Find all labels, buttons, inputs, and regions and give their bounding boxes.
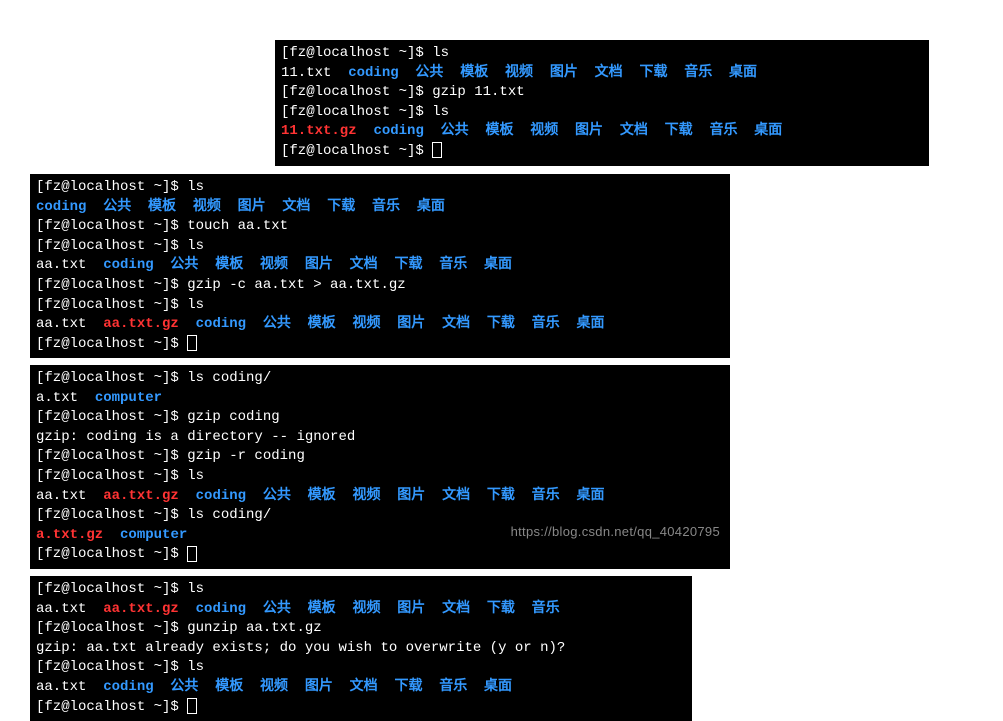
terminal-line: [fz@localhost ~]$ ls xyxy=(281,103,923,123)
terminal-text: coding 公共 模板 视频 图片 文档 下载 音乐 桌面 xyxy=(348,65,757,81)
terminal-text: aa.txt xyxy=(36,679,103,695)
terminal-block: [fz@localhost ~]$ ls 11.txt coding 公共 模板 … xyxy=(275,40,929,166)
terminal-line: [fz@localhost ~]$ xyxy=(36,545,724,565)
terminal-text: coding 公共 模板 视频 图片 文档 下载 音乐 桌面 xyxy=(103,679,512,695)
terminal-text: aa.txt.gz xyxy=(103,316,179,332)
terminal-text: [fz@localhost ~]$ gunzip aa.txt.gz xyxy=(36,620,322,636)
terminal-line: aa.txt coding 公共 模板 视频 图片 文档 下载 音乐 桌面 xyxy=(36,256,724,276)
terminal-line: 11.txt coding 公共 模板 视频 图片 文档 下载 音乐 桌面 xyxy=(281,64,923,84)
terminal-text xyxy=(357,123,374,139)
terminal-text xyxy=(103,527,120,543)
terminal-text: [fz@localhost ~]$ gzip 11.txt xyxy=(281,84,525,100)
terminal-line: aa.txt aa.txt.gz coding 公共 模板 视频 图片 文档 下… xyxy=(36,487,724,507)
terminal-line: [fz@localhost ~]$ ls xyxy=(36,296,724,316)
terminal-text: [fz@localhost ~]$ ls xyxy=(36,238,204,254)
terminal-text: coding 公共 模板 视频 图片 文档 下载 音乐 桌面 xyxy=(103,257,512,273)
terminal-text: gzip: aa.txt already exists; do you wish… xyxy=(36,640,565,656)
terminal-text: [fz@localhost ~]$ xyxy=(281,143,432,159)
terminal-line: aa.txt aa.txt.gz coding 公共 模板 视频 图片 文档 下… xyxy=(36,315,724,335)
terminal-block: [fz@localhost ~]$ ls aa.txt aa.txt.gz cod… xyxy=(30,576,692,721)
terminal-text: aa.txt xyxy=(36,488,103,504)
terminal-text: [fz@localhost ~]$ xyxy=(36,699,187,715)
terminal-text: coding 公共 模板 视频 图片 文档 下载 音乐 桌面 xyxy=(196,316,605,332)
terminal-text: [fz@localhost ~]$ gzip -c aa.txt > aa.tx… xyxy=(36,277,406,293)
terminal-text: [fz@localhost ~]$ ls xyxy=(36,659,204,675)
terminal-line: a.txt computer xyxy=(36,389,724,409)
terminal-text: [fz@localhost ~]$ ls xyxy=(36,297,204,313)
terminal-line: [fz@localhost ~]$ ls xyxy=(281,44,923,64)
terminal-line: 11.txt.gz coding 公共 模板 视频 图片 文档 下载 音乐 桌面 xyxy=(281,122,923,142)
terminal-line: [fz@localhost ~]$ ls xyxy=(36,237,724,257)
terminal-text xyxy=(179,601,196,617)
terminal-text: [fz@localhost ~]$ ls coding/ xyxy=(36,507,271,523)
terminal-text: [fz@localhost ~]$ xyxy=(36,546,187,562)
terminal-text: coding 公共 模板 视频 图片 文档 下载 音乐 桌面 xyxy=(373,123,782,139)
terminal-text: [fz@localhost ~]$ ls xyxy=(36,179,204,195)
terminal-line: [fz@localhost ~]$ gzip -r coding xyxy=(36,447,724,467)
terminal-line: [fz@localhost ~]$ gunzip aa.txt.gz xyxy=(36,619,686,639)
terminal-text: coding 公共 模板 视频 图片 文档 下载 音乐 xyxy=(196,601,560,617)
terminal-text: [fz@localhost ~]$ touch aa.txt xyxy=(36,218,288,234)
watermark-text: https://blog.csdn.net/qq_40420795 xyxy=(511,523,720,541)
terminal-line: [fz@localhost ~]$ ls coding/ xyxy=(36,369,724,389)
terminal-text: coding 公共 模板 视频 图片 文档 下载 音乐 桌面 xyxy=(36,199,445,215)
terminal-text xyxy=(179,488,196,504)
terminal-text: 11.txt xyxy=(281,65,348,81)
terminal-text: computer xyxy=(95,390,162,406)
terminal-line: [fz@localhost ~]$ gzip 11.txt xyxy=(281,83,923,103)
terminal-text: aa.txt.gz xyxy=(103,601,179,617)
terminal-line: gzip: coding is a directory -- ignored xyxy=(36,428,724,448)
terminal-line: coding 公共 模板 视频 图片 文档 下载 音乐 桌面 xyxy=(36,198,724,218)
terminal-text: computer xyxy=(120,527,187,543)
cursor-icon xyxy=(187,546,197,562)
terminal-block: [fz@localhost ~]$ ls coding/a.txt comput… xyxy=(30,365,730,569)
terminal-text: [fz@localhost ~]$ ls xyxy=(281,45,449,61)
terminal-text: coding 公共 模板 视频 图片 文档 下载 音乐 桌面 xyxy=(196,488,605,504)
terminal-line: [fz@localhost ~]$ ls xyxy=(36,658,686,678)
terminal-line: [fz@localhost ~]$ xyxy=(36,335,724,355)
terminal-text: aa.txt xyxy=(36,257,103,273)
terminal-line: aa.txt coding 公共 模板 视频 图片 文档 下载 音乐 桌面 xyxy=(36,678,686,698)
cursor-icon xyxy=(187,698,197,714)
terminal-text: a.txt.gz xyxy=(36,527,103,543)
terminal-text: aa.txt xyxy=(36,601,103,617)
terminal-text: [fz@localhost ~]$ gzip -r coding xyxy=(36,448,305,464)
terminal-line: gzip: aa.txt already exists; do you wish… xyxy=(36,639,686,659)
terminal-line: [fz@localhost ~]$ touch aa.txt xyxy=(36,217,724,237)
terminal-text: gzip: coding is a directory -- ignored xyxy=(36,429,355,445)
terminal-text xyxy=(179,316,196,332)
terminal-text: [fz@localhost ~]$ ls xyxy=(281,104,449,120)
terminal-line: [fz@localhost ~]$ ls xyxy=(36,467,724,487)
terminal-block: [fz@localhost ~]$ ls coding 公共 模板 视频 图片 文… xyxy=(30,174,730,358)
cursor-icon xyxy=(432,142,442,158)
terminal-text: [fz@localhost ~]$ ls coding/ xyxy=(36,370,271,386)
cursor-icon xyxy=(187,335,197,351)
terminal-line: aa.txt aa.txt.gz coding 公共 模板 视频 图片 文档 下… xyxy=(36,600,686,620)
terminal-line: [fz@localhost ~]$ ls xyxy=(36,580,686,600)
terminal-line: [fz@localhost ~]$ gzip -c aa.txt > aa.tx… xyxy=(36,276,724,296)
terminal-text: a.txt xyxy=(36,390,95,406)
terminal-text: [fz@localhost ~]$ xyxy=(36,336,187,352)
terminal-text: 11.txt.gz xyxy=(281,123,357,139)
terminal-text: [fz@localhost ~]$ ls xyxy=(36,581,204,597)
terminal-line: [fz@localhost ~]$ xyxy=(36,698,686,718)
terminal-text: aa.txt xyxy=(36,316,103,332)
terminal-text: [fz@localhost ~]$ ls xyxy=(36,468,204,484)
terminal-line: [fz@localhost ~]$ gzip coding xyxy=(36,408,724,428)
terminal-text: [fz@localhost ~]$ gzip coding xyxy=(36,409,280,425)
terminal-text: aa.txt.gz xyxy=(103,488,179,504)
terminal-line: [fz@localhost ~]$ ls xyxy=(36,178,724,198)
terminal-line: [fz@localhost ~]$ xyxy=(281,142,923,162)
